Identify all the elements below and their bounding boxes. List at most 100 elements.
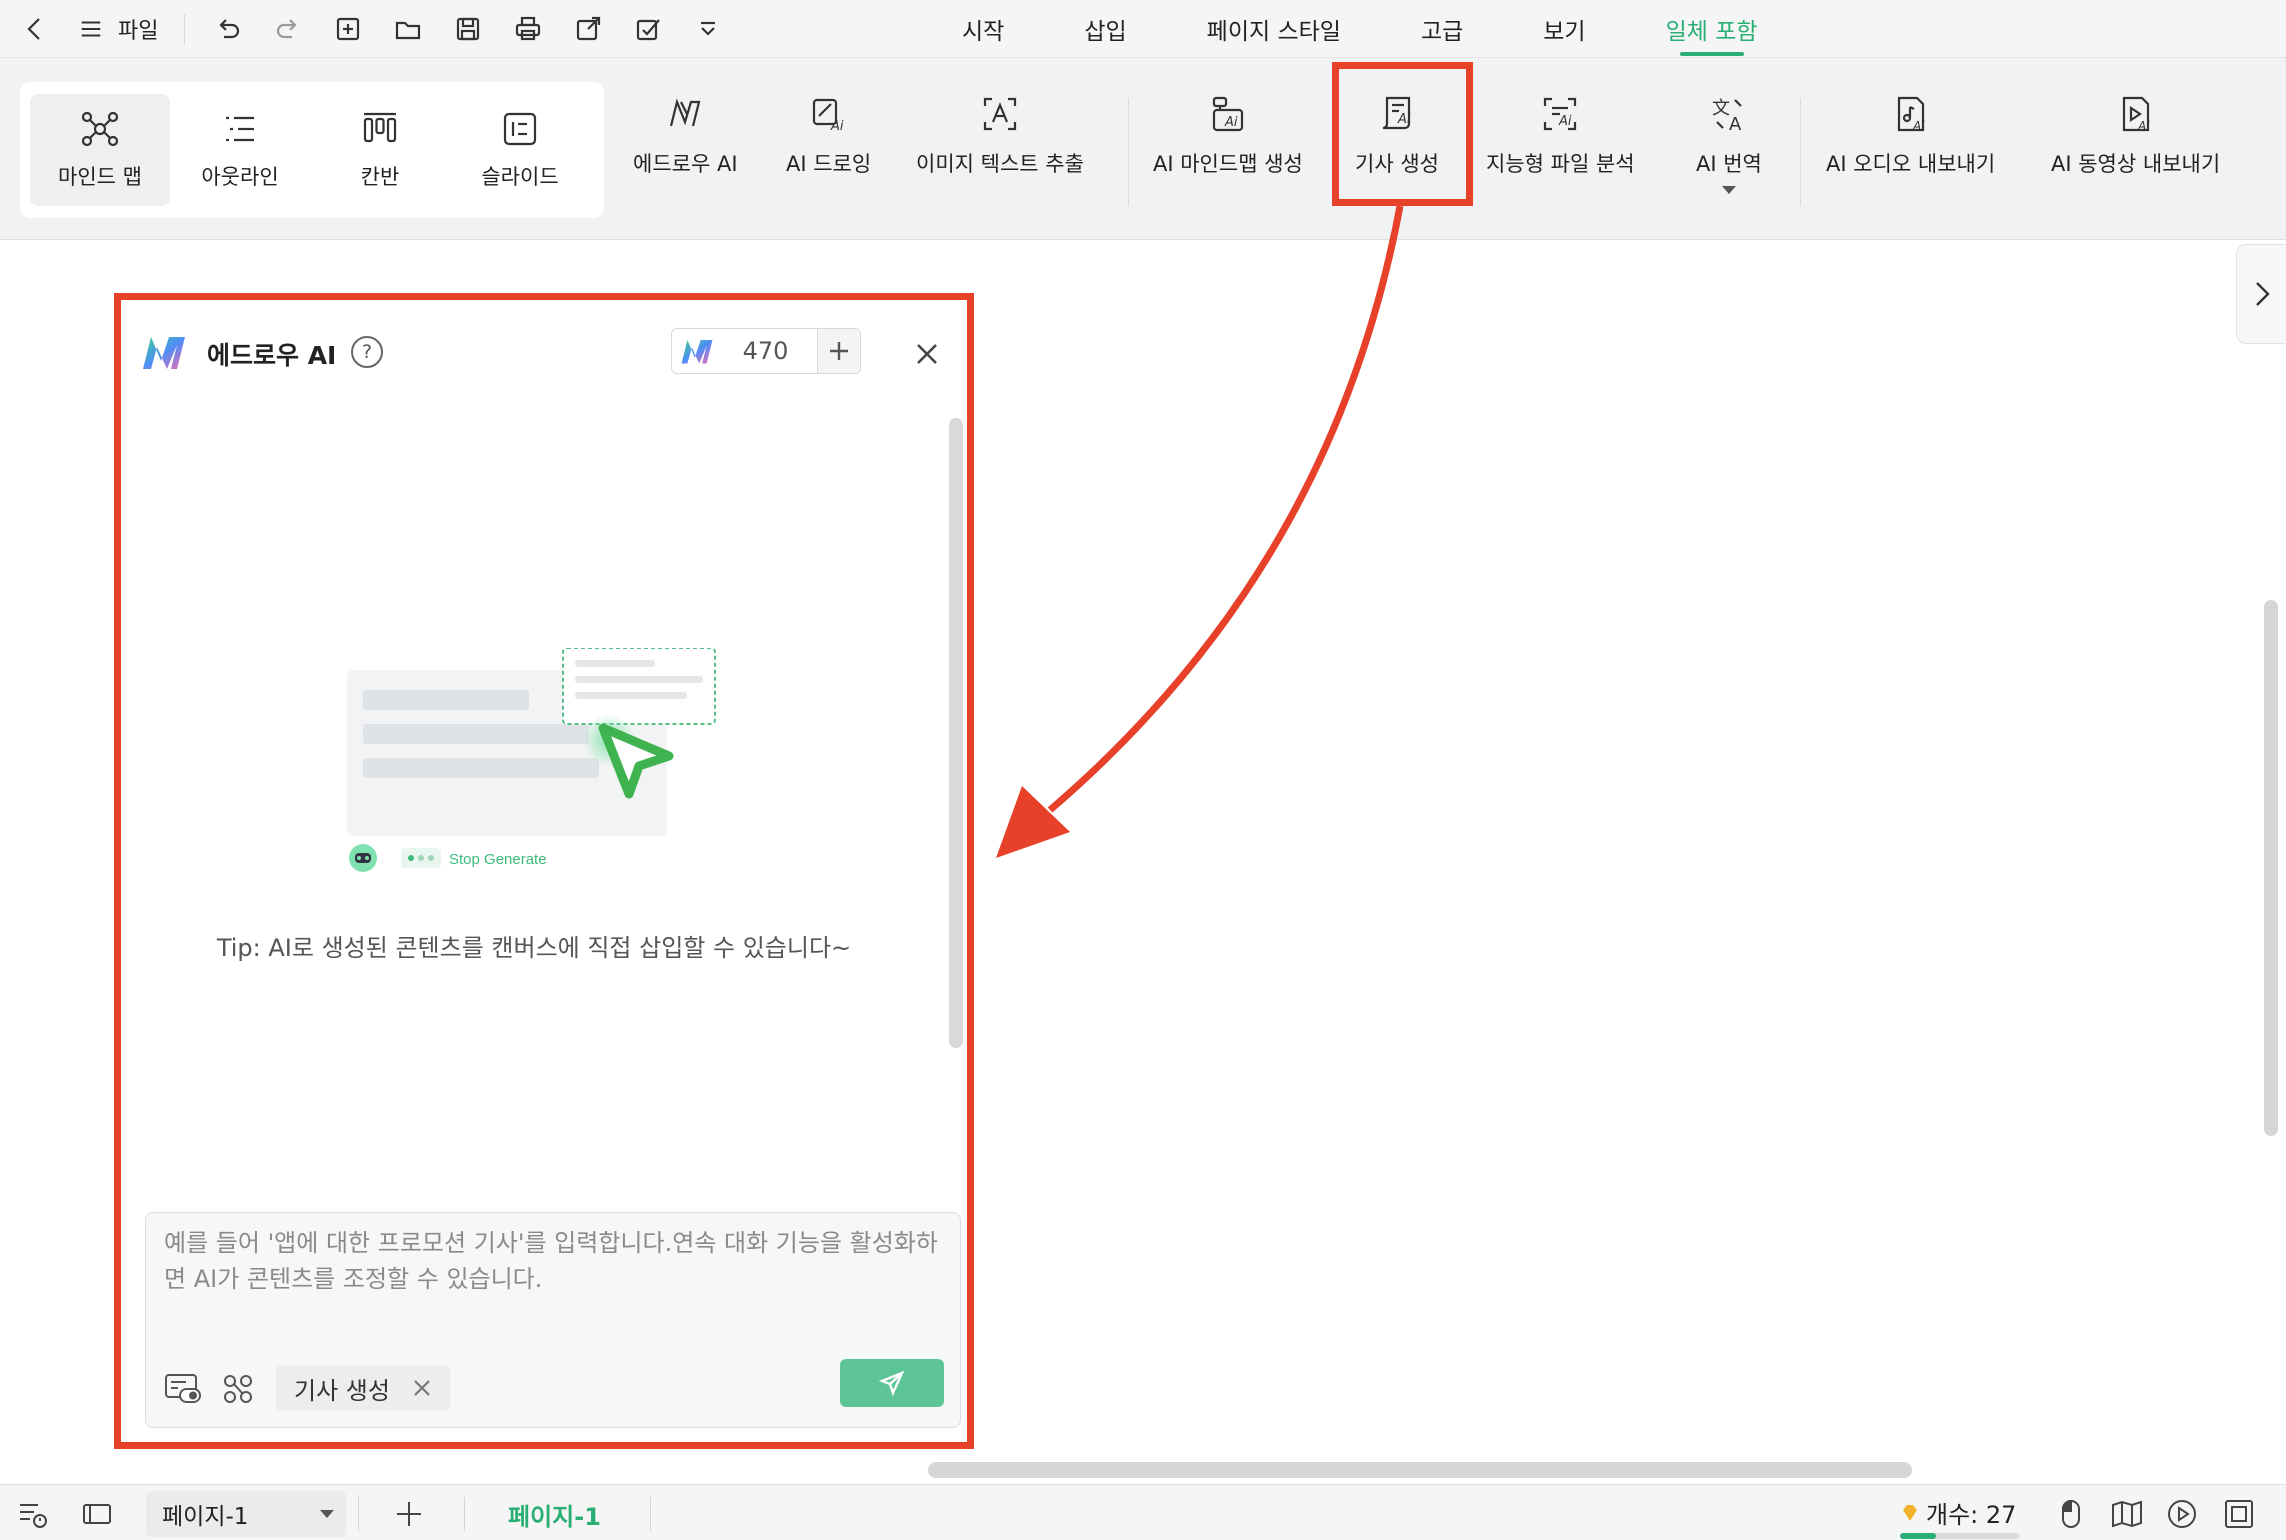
ai-audio-export-label: AI 오디오 내보내기 — [1826, 152, 1996, 176]
mindmap-icon — [81, 111, 119, 147]
tab-insert[interactable]: 삽입 — [1062, 0, 1148, 58]
ai-video-export-label: AI 동영상 내보내기 — [2051, 152, 2221, 176]
view-slide-button[interactable]: 슬라이드 — [450, 94, 590, 206]
vertical-scrollbar[interactable] — [2264, 600, 2278, 1136]
open-folder-icon[interactable] — [391, 12, 425, 46]
svg-text:Ai: Ai — [1558, 114, 1572, 129]
fit-screen-icon[interactable] — [2222, 1497, 2256, 1531]
page-select-value: 페이지-1 — [162, 1504, 249, 1530]
page-panel-icon[interactable] — [80, 1497, 114, 1531]
close-panel-button[interactable] — [913, 340, 941, 368]
ai-video-export-button[interactable]: Ai AI 동영상 내보내기 — [2051, 94, 2220, 178]
file-menu-label: 파일 — [118, 19, 159, 44]
count-progress-bar — [1900, 1533, 2020, 1539]
new-page-icon[interactable] — [331, 12, 365, 46]
ribbon-divider — [1128, 98, 1129, 206]
image-text-extract-button[interactable]: 이미지 텍스트 추출 — [916, 94, 1084, 178]
tab-advanced[interactable]: 고급 — [1399, 0, 1485, 58]
view-mindmap-label: 마인드 맵 — [58, 165, 142, 189]
close-icon — [917, 344, 937, 364]
ai-tip-text: Tip: AI로 생성된 콘텐츠를 캔버스에 직접 삽입할 수 있습니다~ — [216, 934, 852, 962]
ai-mindmap-generate-button[interactable]: Ai AI 마인드맵 생성 — [1153, 94, 1303, 178]
redo-icon[interactable] — [271, 12, 305, 46]
ai-panel-annotation-box: 에드로우 AI ? 470 Stop Generate Tip: AI로 생성된… — [114, 293, 974, 1449]
checklist-icon[interactable] — [631, 12, 665, 46]
svg-text:Ai: Ai — [2137, 119, 2150, 133]
page-select-dropdown[interactable]: 페이지-1 — [146, 1491, 346, 1537]
more-dropdown-icon[interactable] — [691, 12, 725, 46]
hamburger-icon — [81, 21, 101, 37]
toolbar-divider — [184, 14, 186, 44]
audio-export-icon: Ai — [1897, 96, 1925, 133]
ribbon-tabs: 시작 삽입 페이지 스타일 고급 보기 일체 포함 — [940, 0, 1780, 58]
send-icon — [879, 1370, 905, 1396]
tab-ai[interactable]: 일체 포함 — [1644, 0, 1780, 58]
view-mindmap-button[interactable]: 마인드 맵 — [30, 94, 170, 206]
chip-label: 기사 생성 — [294, 1376, 390, 1405]
edraw-ai-label: 에드로우 AI — [633, 152, 738, 176]
ai-credits-counter: 470 — [671, 328, 861, 374]
prompt-tools: 기사 생성 — [164, 1365, 450, 1411]
remove-chip-icon[interactable] — [412, 1378, 432, 1398]
add-page-icon[interactable] — [392, 1497, 426, 1531]
statusbar-divider — [464, 1497, 465, 1531]
page-tab-1[interactable]: 페이지-1 — [508, 1497, 601, 1532]
outline-icon — [226, 116, 254, 142]
prompt-placeholder: 예를 들어 '앱에 대한 프로모션 기사'를 입력합니다.연속 대화 기능을 활… — [164, 1229, 938, 1293]
ai-prompt-input[interactable]: 예를 들어 '앱에 대한 프로모션 기사'를 입력합니다.연속 대화 기능을 활… — [145, 1212, 961, 1428]
count-progress-fill — [1900, 1533, 1936, 1539]
panel-scrollbar[interactable] — [949, 418, 963, 1048]
ai-mindmap-generate-label: AI 마인드맵 생성 — [1153, 152, 1303, 176]
book-icon[interactable] — [2110, 1497, 2144, 1531]
help-icon[interactable]: ? — [351, 336, 383, 368]
view-outline-button[interactable]: 아웃라인 — [170, 94, 310, 206]
mouse-icon[interactable] — [2054, 1497, 2088, 1531]
tab-view[interactable]: 보기 — [1521, 0, 1607, 58]
plus-icon — [830, 342, 848, 360]
undo-icon[interactable] — [211, 12, 245, 46]
chevron-down-icon[interactable] — [1721, 186, 1736, 194]
translate-icon: 文A — [1712, 98, 1742, 134]
file-menu[interactable]: 파일 — [78, 13, 158, 45]
send-button[interactable] — [840, 1359, 944, 1407]
ribbon-divider — [1800, 98, 1801, 206]
view-outline-label: 아웃라인 — [201, 165, 279, 189]
view-kanban-button[interactable]: 칸반 — [310, 94, 450, 206]
connections-icon[interactable] — [220, 1371, 258, 1405]
add-credits-button[interactable] — [818, 329, 860, 373]
ai-panel-title: 에드로우 AI — [207, 341, 337, 370]
save-icon[interactable] — [451, 12, 485, 46]
ai-mindmap-icon: Ai — [1212, 96, 1244, 132]
video-export-icon: Ai — [2122, 96, 2150, 133]
back-icon[interactable] — [18, 12, 52, 46]
horizontal-scrollbar[interactable] — [928, 1462, 1912, 1478]
ai-translate-button[interactable]: 文A AI 번역 — [1696, 94, 1762, 194]
image-text-extract-label: 이미지 텍스트 추출 — [916, 152, 1084, 176]
top-menu-bar: 파일 시작 삽입 페이지 스타일 고급 보기 일체 포함 — [0, 0, 2286, 58]
ribbon-toolbar: 마인드 맵 아웃라인 칸반 슬라이드 에드로우 AI Ai AI 드로잉 이미지… — [0, 58, 2286, 240]
svg-text:Ai: Ai — [1912, 119, 1925, 133]
print-icon[interactable] — [511, 12, 545, 46]
view-kanban-label: 칸반 — [360, 165, 400, 189]
ai-insert-illustration: Stop Generate — [347, 648, 716, 872]
smart-file-analysis-label: 지능형 파일 분석 — [1486, 152, 1635, 176]
ai-drawing-icon: Ai — [812, 98, 844, 134]
continuous-chat-toggle-icon[interactable] — [164, 1371, 202, 1405]
edraw-ai-button[interactable]: 에드로우 AI — [633, 94, 738, 178]
credits-logo-icon — [681, 339, 713, 364]
edraw-ai-icon — [670, 98, 701, 127]
svg-text:Ai: Ai — [830, 119, 844, 134]
tab-page-style[interactable]: 페이지 스타일 — [1185, 0, 1363, 58]
slide-icon — [503, 112, 537, 146]
side-panel-toggle[interactable] — [2236, 244, 2286, 344]
ai-drawing-button[interactable]: Ai AI 드로잉 — [786, 94, 871, 178]
play-icon[interactable] — [2165, 1497, 2199, 1531]
export-icon[interactable] — [571, 12, 605, 46]
shape-count: 개수: 27 — [1900, 1495, 2016, 1530]
shape-count-label: 개수: 27 — [1926, 1501, 2017, 1529]
ai-audio-export-button[interactable]: Ai AI 오디오 내보내기 — [1826, 94, 1995, 178]
tab-start[interactable]: 시작 — [940, 0, 1026, 58]
smart-file-analysis-button[interactable]: Ai 지능형 파일 분석 — [1486, 94, 1635, 178]
page-list-icon[interactable] — [16, 1497, 50, 1531]
view-mode-group: 마인드 맵 아웃라인 칸반 슬라이드 — [20, 82, 604, 218]
